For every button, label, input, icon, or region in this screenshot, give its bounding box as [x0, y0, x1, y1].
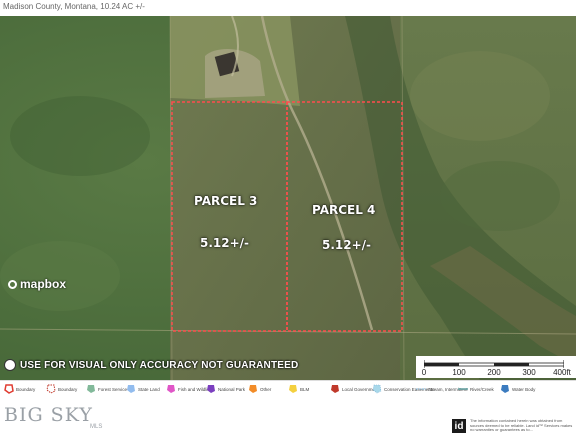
national-park-icon: [207, 385, 215, 393]
parcel-3-area: 5.12+/-: [200, 236, 250, 250]
scale-label-100: 100: [452, 368, 466, 377]
legend-item: BLM: [288, 384, 309, 394]
other-land-icon: [249, 385, 257, 393]
stream-intermittent-icon: [416, 388, 426, 390]
scale-label-300: 300: [522, 368, 536, 377]
blm-icon: [289, 385, 297, 393]
mapbox-icon: [8, 279, 17, 289]
parcel-4-area: 5.12+/-: [322, 238, 372, 252]
disclaimer-text: USE FOR VISUAL ONLY ACCURACY NOT GUARANT…: [20, 359, 299, 371]
legend-item: Other: [248, 384, 271, 394]
boundary-icon: [4, 384, 14, 394]
map-legend: Boundary Boundary Forest Service State L…: [0, 380, 576, 403]
big-sky-mls-logo: BIG SKY: [4, 404, 93, 426]
aerial-map[interactable]: PARCEL 3 5.12+/- PARCEL 4 5.12+/- mapbox: [0, 16, 576, 380]
scale-label-0: 0: [421, 368, 427, 377]
listing-subtitle: Madison County, Montana, 10.24 AC +/-: [3, 2, 145, 11]
legend-item: Boundary: [46, 384, 77, 394]
scale-label-200: 200: [487, 368, 501, 377]
scale-bar-ruler: [424, 360, 564, 368]
mapbox-logo[interactable]: mapbox: [8, 277, 66, 291]
forest-service-icon: [87, 385, 95, 393]
info-icon: [4, 359, 16, 371]
conservation-easement-icon: [372, 384, 382, 394]
legend-item: Forest Service: [86, 384, 127, 394]
parcel-4-label: PARCEL 4: [312, 203, 376, 217]
fine-print: The information contained herein was obt…: [470, 418, 573, 433]
mapbox-wordmark: mapbox: [20, 277, 67, 291]
legend-item: Boundary: [4, 384, 35, 394]
legend-item: Fish and Wildlife: [166, 384, 211, 394]
legend-item: National Park: [206, 384, 245, 394]
parcel-boundaries: [171, 101, 403, 332]
scale-bar: 0 100 200 300 400ft: [416, 356, 576, 378]
listing-header: Madison County, Montana, 10.24 AC +/-: [0, 0, 576, 16]
scale-label-400ft: 400ft: [553, 368, 571, 377]
fish-wildlife-icon: [167, 385, 175, 393]
parcel-3-boundary[interactable]: [171, 101, 288, 332]
local-government-icon: [331, 385, 339, 393]
accuracy-disclaimer: USE FOR VISUAL ONLY ACCURACY NOT GUARANT…: [4, 357, 298, 373]
river-creek-icon: [458, 388, 468, 390]
parcel-3-label: PARCEL 3: [194, 194, 258, 208]
land-id-logo[interactable]: id: [452, 419, 466, 433]
water-body-icon: [501, 385, 509, 393]
boundary-icon: [46, 384, 56, 394]
mls-label: MLS: [90, 424, 103, 430]
legend-item: State Land: [126, 384, 160, 394]
state-land-icon: [127, 385, 135, 393]
footer: BIG SKY MLS id The information contained…: [0, 402, 576, 433]
legend-item: River/Creek: [458, 384, 494, 394]
legend-item: Water Body: [500, 384, 535, 394]
